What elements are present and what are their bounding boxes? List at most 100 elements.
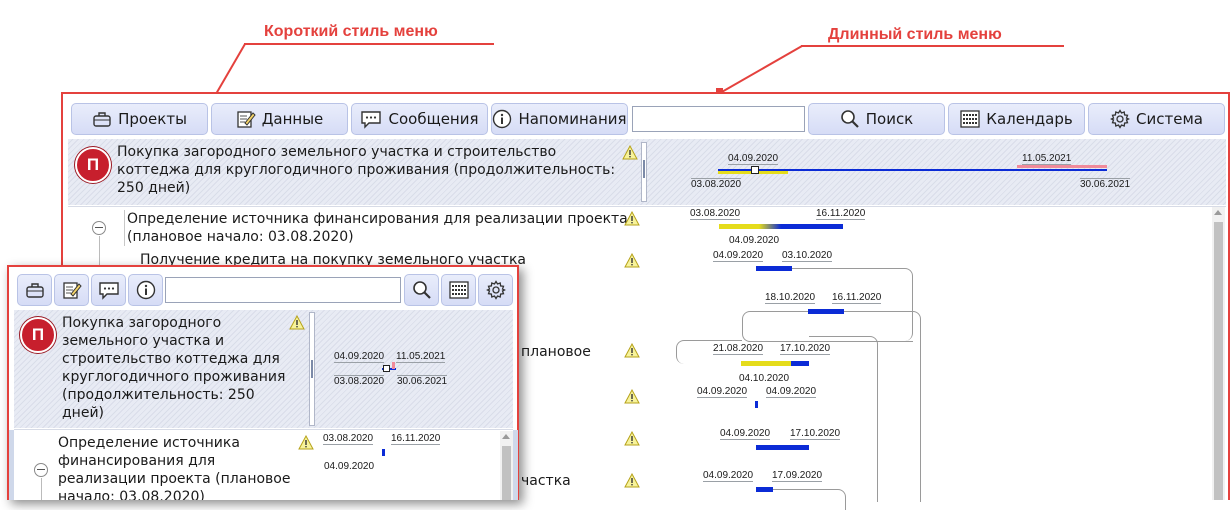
gantt-bar-blue <box>791 361 809 366</box>
calendar-button-label: Календарь <box>986 110 1073 128</box>
data-button[interactable]: Данные <box>211 103 348 135</box>
project-date-top-right: 11.05.2021 <box>396 351 446 363</box>
gantt-date: 04.09.2020 <box>729 235 780 246</box>
chat-bubble-icon <box>98 280 120 300</box>
reminders-button[interactable]: Напоминания <box>491 103 628 135</box>
warning-icon <box>624 211 640 226</box>
gantt-date: 16.11.2020 <box>832 292 882 304</box>
gear-icon <box>485 280 506 300</box>
messages-button-label: Сообщения <box>388 110 479 128</box>
warning-icon <box>624 389 640 404</box>
calendar-button[interactable]: Календарь <box>948 103 1085 135</box>
project-date-bottom-left: 03.08.2020 <box>691 178 742 190</box>
magnifier-icon <box>840 109 860 129</box>
gantt-bar-blue <box>756 445 809 450</box>
gantt-bar-blue <box>781 224 843 229</box>
project-title: Покупка загородного земельного участка и… <box>62 315 286 421</box>
project-badge: П <box>75 147 111 183</box>
calendar-grid-icon <box>448 281 469 299</box>
warning-icon <box>289 315 305 330</box>
warning-icon <box>624 253 640 268</box>
info-icon <box>492 109 512 129</box>
search-button-label: Поиск <box>865 110 914 128</box>
task-title-fragment-plot[interactable]: частка <box>521 473 571 489</box>
calendar-button[interactable] <box>441 274 476 306</box>
gantt-date: 16.11.2020 <box>391 433 441 445</box>
info-icon <box>136 280 156 300</box>
collapse-toggle-minus <box>37 469 45 470</box>
gantt-date: 17.10.2020 <box>790 428 841 440</box>
project-date-top-right: 11.05.2021 <box>1022 153 1072 165</box>
system-button[interactable]: Система <box>1088 103 1225 135</box>
gantt-date: 03.10.2020 <box>782 250 833 262</box>
pane-splitter-grip <box>311 360 313 378</box>
scroll-up-arrow[interactable] <box>1214 210 1222 215</box>
reminders-button[interactable] <box>128 274 163 306</box>
project-date-bottom-right: 30.06.2021 <box>397 375 448 387</box>
gantt-date: 17.09.2020 <box>772 470 823 482</box>
collapse-toggle[interactable] <box>92 221 106 235</box>
task-title-1[interactable]: Определение источника финансирования для… <box>58 434 296 500</box>
gantt-bar-yellow <box>741 361 791 366</box>
tree-line <box>41 478 42 500</box>
gantt-bar-yellow <box>719 224 759 229</box>
gantt-milestone <box>755 401 758 408</box>
warning-icon <box>624 431 640 446</box>
messages-button[interactable] <box>91 274 126 306</box>
projects-button[interactable] <box>17 274 52 306</box>
data-button[interactable] <box>54 274 89 306</box>
search-button[interactable]: Поиск <box>808 103 945 135</box>
project-bar-line <box>718 169 1107 171</box>
search-input[interactable] <box>632 106 805 132</box>
gear-icon <box>1110 109 1130 129</box>
scroll-up-arrow[interactable] <box>502 434 510 439</box>
project-date-top-left: 04.09.2020 <box>728 153 779 165</box>
edit-document-icon <box>62 280 82 300</box>
gantt-date: 04.09.2020 <box>713 250 764 262</box>
task-title-fragment-planned[interactable]: плановое <box>521 344 591 360</box>
magnifier-icon <box>412 280 432 300</box>
projects-button[interactable]: Проекты <box>71 103 208 135</box>
projects-button-label: Проекты <box>118 110 187 128</box>
project-bar-pink <box>392 362 395 369</box>
briefcase-icon <box>92 110 112 128</box>
project-date-bottom-left: 03.08.2020 <box>334 375 385 387</box>
reminders-button-label: Напоминания <box>518 110 627 128</box>
right-edge-strip <box>513 430 518 500</box>
gantt-bar-blue <box>756 487 773 492</box>
scroll-thumb[interactable] <box>1214 222 1223 500</box>
project-today-marker <box>383 365 390 372</box>
warning-icon <box>298 435 314 450</box>
gantt-date: 18.10.2020 <box>765 292 816 304</box>
project-badge: П <box>20 317 56 353</box>
left-edge-strip <box>9 430 14 500</box>
warning-icon <box>624 473 640 488</box>
gantt-date: 04.09.2020 <box>720 428 771 440</box>
project-today-marker <box>751 166 759 174</box>
gantt-bar-blue <box>756 266 792 271</box>
collapse-toggle[interactable] <box>34 463 48 477</box>
tree-line <box>99 236 100 266</box>
gantt-date: 04.09.2020 <box>766 386 817 398</box>
gantt-date: 03.08.2020 <box>690 208 741 220</box>
system-button[interactable] <box>478 274 513 306</box>
calendar-grid-icon <box>960 110 980 128</box>
gantt-date: 04.10.2020 <box>739 373 790 384</box>
search-button[interactable] <box>404 274 439 306</box>
search-input[interactable] <box>165 277 401 303</box>
pane-splitter-grip <box>643 160 645 178</box>
gantt-date: 16.11.2020 <box>816 208 866 220</box>
task-row-divider <box>14 429 513 430</box>
warning-icon <box>622 145 638 160</box>
system-button-label: Система <box>1136 110 1203 128</box>
messages-button[interactable]: Сообщения <box>351 103 488 135</box>
project-title: Покупка загородного земельного участка и… <box>117 144 616 196</box>
project-date-top-left: 04.09.2020 <box>334 351 385 363</box>
gantt-date: 03.08.2020 <box>323 433 374 445</box>
task-title-1[interactable]: Определение источника финансирования для… <box>124 210 637 246</box>
gantt-bar-blue <box>808 309 844 314</box>
scroll-thumb[interactable] <box>502 446 511 500</box>
task-row-divider <box>68 206 1226 207</box>
edit-document-icon <box>236 109 256 129</box>
project-bar-pink <box>1017 165 1107 168</box>
